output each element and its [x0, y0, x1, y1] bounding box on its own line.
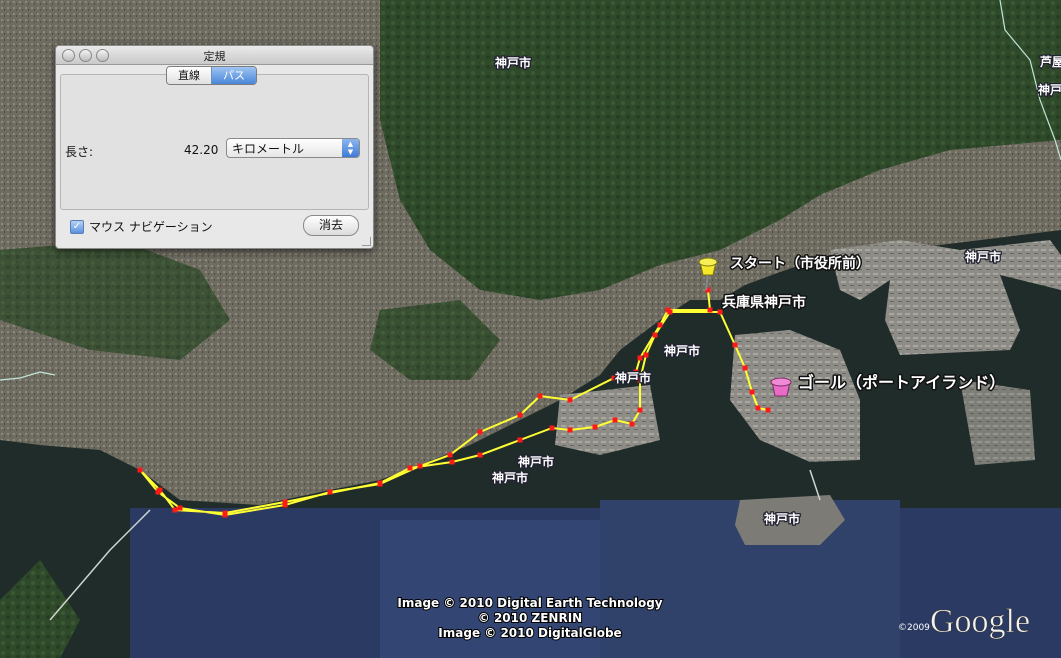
route-point[interactable] — [592, 424, 598, 430]
route-point[interactable] — [377, 480, 383, 486]
route-point[interactable] — [567, 397, 573, 403]
goal-label: ゴール（ポートアイランド） — [798, 373, 1005, 392]
unit-select[interactable]: キロメートル ▲ ▼ — [226, 138, 360, 158]
city-label: 神戸市 — [492, 470, 528, 485]
google-logo: Google — [930, 603, 1030, 640]
route-point[interactable] — [612, 417, 618, 423]
route-point[interactable] — [652, 332, 658, 338]
area-label: 兵庫県神戸市 — [722, 294, 806, 311]
mode-segmented-control: 直線 パス — [166, 66, 257, 85]
route-point[interactable] — [667, 309, 673, 315]
route-point[interactable] — [742, 365, 748, 371]
mouse-navigation-row[interactable]: ✓ マウス ナビゲーション — [70, 218, 213, 235]
start-label: スタート（市役所前） — [730, 255, 870, 272]
route-point[interactable] — [629, 421, 635, 427]
length-value: 42.20 — [184, 143, 219, 157]
route-point[interactable] — [222, 510, 228, 516]
route-point[interactable] — [755, 405, 761, 411]
route-point[interactable] — [407, 465, 413, 471]
route-point[interactable] — [477, 452, 483, 458]
route-point[interactable] — [637, 407, 643, 413]
route-point[interactable] — [765, 407, 771, 413]
route-point[interactable] — [477, 429, 483, 435]
route-point[interactable] — [447, 452, 453, 458]
chevron-updown-icon: ▲ ▼ — [342, 139, 359, 157]
route-point[interactable] — [637, 355, 643, 361]
route-point[interactable] — [177, 505, 183, 511]
route-point[interactable] — [643, 352, 649, 358]
city-label: 神戸市 — [615, 370, 651, 385]
clear-button[interactable]: 消去 — [303, 215, 359, 236]
unit-select-value: キロメートル — [232, 142, 305, 156]
city-label: 神戸市 — [764, 511, 800, 526]
image-credit: Image © 2010 Digital Earth Technology — [397, 596, 662, 610]
route-point[interactable] — [707, 307, 713, 313]
title-bar[interactable]: 定規 — [56, 46, 373, 65]
route-point[interactable] — [749, 389, 755, 395]
route-point[interactable] — [282, 499, 288, 505]
ruler-panel: 定規 直線 パス 長さ: 42.20 キロメートル ▲ ▼ ✓ マウス ナビゲーシ… — [55, 45, 374, 249]
route-point[interactable] — [517, 412, 523, 418]
image-credit: Image © 2010 DigitalGlobe — [438, 626, 621, 640]
city-label-ashiya: 芦屋 — [1040, 54, 1061, 69]
window-title: 定規 — [203, 50, 226, 63]
city-label: 神戸市 — [1038, 82, 1061, 97]
route-point[interactable] — [417, 463, 423, 469]
mouse-navigation-checkbox[interactable]: ✓ — [70, 219, 84, 234]
route-point[interactable] — [567, 427, 573, 433]
route-point[interactable] — [657, 322, 663, 328]
image-credit: © 2010 ZENRIN — [478, 611, 582, 625]
resize-grip-icon[interactable] — [362, 237, 371, 246]
route-point[interactable] — [732, 342, 738, 348]
tab-line[interactable]: 直線 — [167, 67, 211, 84]
route-point[interactable] — [517, 437, 523, 443]
copyright-year: ©2009 — [898, 623, 930, 633]
tab-path[interactable]: パス — [211, 67, 256, 84]
city-label: 神戸市 — [518, 454, 554, 469]
route-point[interactable] — [449, 459, 455, 465]
city-label: 神戸市 — [664, 343, 700, 358]
city-label: 神戸市 — [965, 249, 1001, 264]
rokko-island — [885, 275, 1020, 355]
route-point[interactable] — [327, 489, 333, 495]
city-label: 神戸市 — [495, 55, 531, 70]
route-point[interactable] — [137, 467, 143, 473]
route-point[interactable] — [549, 425, 555, 431]
length-label: 長さ: — [65, 145, 94, 159]
route-point[interactable] — [172, 507, 178, 513]
route-point[interactable] — [157, 487, 163, 493]
mouse-navigation-label: マウス ナビゲーション — [89, 220, 213, 234]
route-point[interactable] — [537, 393, 543, 399]
